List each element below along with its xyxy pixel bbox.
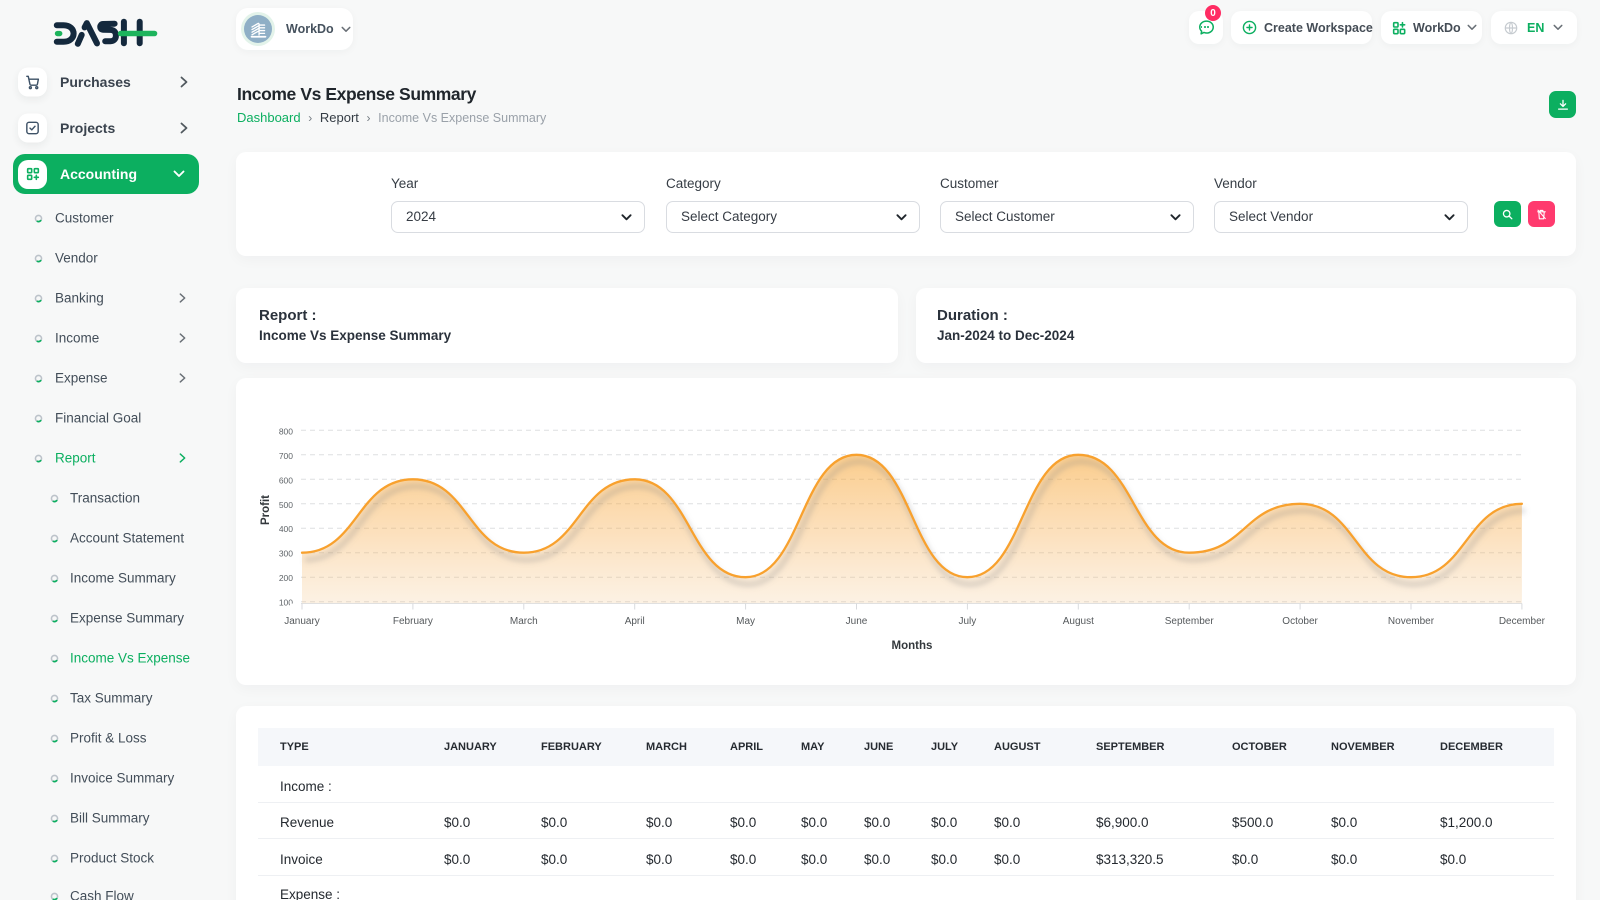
svg-text:March: March xyxy=(510,616,538,627)
svg-text:May: May xyxy=(736,616,755,627)
svg-text:Profit: Profit xyxy=(260,495,272,525)
svg-text:August: August xyxy=(1063,616,1094,627)
svg-text:800: 800 xyxy=(279,426,293,436)
svg-text:December: December xyxy=(1499,616,1546,627)
svg-text:400: 400 xyxy=(279,524,293,534)
svg-text:500: 500 xyxy=(279,500,293,510)
svg-text:300: 300 xyxy=(279,549,293,559)
svg-text:September: September xyxy=(1165,616,1215,627)
svg-text:October: October xyxy=(1282,616,1318,627)
svg-text:600: 600 xyxy=(279,475,293,485)
svg-text:February: February xyxy=(393,616,433,627)
svg-text:November: November xyxy=(1388,616,1435,627)
svg-text:July: July xyxy=(959,616,977,627)
svg-text:April: April xyxy=(625,616,645,627)
svg-text:700: 700 xyxy=(279,451,293,461)
svg-text:June: June xyxy=(846,616,868,627)
svg-text:January: January xyxy=(284,616,320,627)
svg-text:Months: Months xyxy=(892,640,933,652)
svg-text:200: 200 xyxy=(279,573,293,583)
